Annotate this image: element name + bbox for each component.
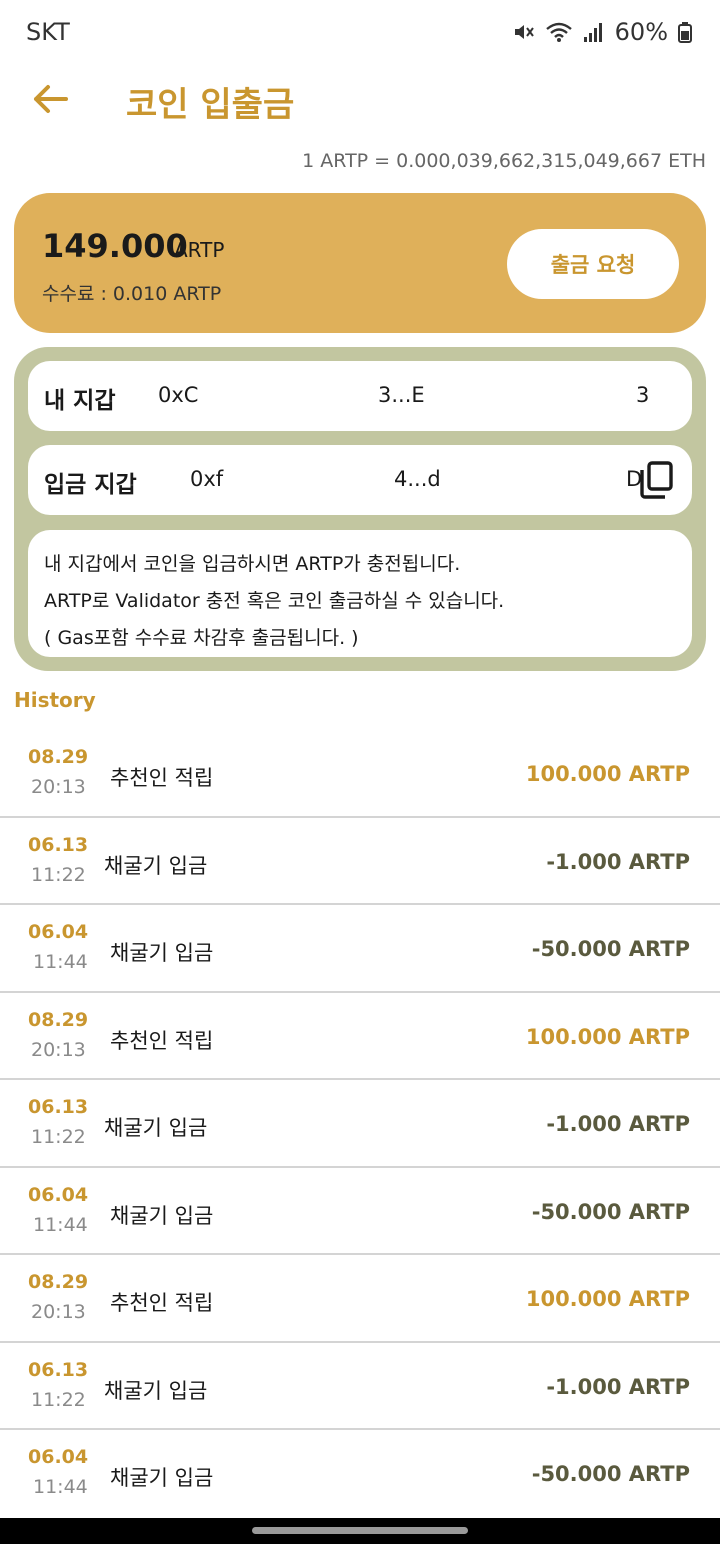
history-amount: -1.000 ARTP bbox=[546, 849, 690, 874]
history-description: 채굴기 입금 bbox=[104, 1378, 208, 1403]
balance-amount: 149.000 bbox=[42, 227, 188, 265]
history-time: 20:13 bbox=[31, 776, 86, 798]
carrier-label: SKT bbox=[26, 18, 70, 46]
deposit-wallet-address-middle: 4...d bbox=[394, 467, 441, 491]
history-amount: -50.000 ARTP bbox=[531, 937, 690, 961]
deposit-wallet-address-start: 0xf bbox=[190, 467, 224, 491]
history-row[interactable]: 06.13 11:22 채굴기 입금 -1.000 ARTP bbox=[0, 818, 720, 905]
history-amount: -1.000 ARTP bbox=[546, 1374, 690, 1399]
system-navigation-bar bbox=[0, 1518, 720, 1544]
history-row[interactable]: 08.29 20:13 추천인 적립 100.000 ARTP bbox=[0, 1255, 720, 1343]
deposit-wallet-label: 입금 지갑 bbox=[44, 472, 137, 498]
history-date: 08.29 bbox=[28, 1008, 89, 1031]
deposit-wallet-row: 입금 지갑 0xf 4...d D bbox=[28, 445, 692, 515]
history-heading: History bbox=[14, 688, 96, 712]
history-time: 11:44 bbox=[33, 951, 88, 973]
back-arrow-icon[interactable] bbox=[32, 84, 68, 114]
history-description: 추천인 적립 bbox=[110, 1291, 214, 1315]
my-wallet-label: 내 지갑 bbox=[44, 388, 116, 414]
exchange-rate: 1 ARTP = 0.000,039,662,315,049,667 ETH bbox=[302, 150, 706, 172]
mute-icon bbox=[514, 25, 534, 39]
history-date: 06.13 bbox=[28, 833, 89, 856]
history-row[interactable]: 06.04 11:44 채굴기 입금 -50.000 ARTP bbox=[0, 1168, 720, 1255]
history-time: 11:22 bbox=[31, 1388, 86, 1411]
history-row[interactable]: 08.29 20:13 추천인 적립 100.000 ARTP bbox=[0, 730, 720, 818]
history-row[interactable]: 06.13 11:22 채굴기 입금 -1.000 ARTP bbox=[0, 1343, 720, 1430]
my-wallet-address-end: 3 bbox=[636, 383, 650, 407]
my-wallet-address-middle: 3...E bbox=[378, 383, 425, 407]
notice-line: ARTP로 Validator 충전 혹은 코인 출금하실 수 있습니다. bbox=[44, 590, 505, 612]
history-date: 06.04 bbox=[28, 1446, 89, 1468]
battery-icon bbox=[678, 22, 692, 43]
history-date: 08.29 bbox=[28, 1271, 89, 1293]
history-list: 08.29 20:13 추천인 적립 100.000 ARTP 06.13 11… bbox=[0, 730, 720, 1518]
history-row[interactable]: 06.04 11:44 채굴기 입금 -50.000 ARTP bbox=[0, 905, 720, 993]
history-time: 11:22 bbox=[31, 1126, 86, 1148]
signal-icon bbox=[583, 23, 602, 42]
history-description: 채굴기 입금 bbox=[110, 1203, 214, 1228]
home-gesture-handle[interactable] bbox=[252, 1527, 468, 1534]
copy-icon[interactable] bbox=[638, 461, 674, 499]
balance-card: 149.000 ARTP 수수료 : 0.010 ARTP 출금 요청 bbox=[14, 193, 706, 333]
history-time: 11:22 bbox=[31, 863, 86, 886]
history-time: 20:13 bbox=[31, 1038, 86, 1061]
status-bar: SKT 60% bbox=[0, 0, 720, 64]
wallet-panel: 내 지갑 0xC 3...E 3 입금 지갑 0xf 4...d D 내 지갑에… bbox=[14, 347, 706, 671]
history-description: 추천인 적립 bbox=[110, 766, 214, 790]
balance-unit: ARTP bbox=[174, 238, 225, 262]
history-description: 채굴기 입금 bbox=[104, 1116, 208, 1140]
withdraw-request-button[interactable]: 출금 요청 bbox=[507, 229, 679, 299]
history-row[interactable]: 06.13 11:22 채굴기 입금 -1.000 ARTP bbox=[0, 1080, 720, 1168]
history-amount: 100.000 ARTP bbox=[525, 1287, 690, 1311]
history-description: 추천인 적립 bbox=[110, 1028, 214, 1053]
wifi-icon bbox=[545, 22, 572, 42]
history-description: 채굴기 입금 bbox=[104, 853, 208, 878]
my-wallet-row: 내 지갑 0xC 3...E 3 bbox=[28, 361, 692, 431]
app-header: 코인 입출금 bbox=[0, 64, 720, 134]
notice-line: ( Gas포함 수수료 차감후 출금됩니다. ) bbox=[44, 627, 359, 649]
history-date: 06.13 bbox=[28, 1358, 89, 1381]
history-amount: 100.000 ARTP bbox=[525, 762, 690, 786]
deposit-notice: 내 지갑에서 코인을 입금하시면 ARTP가 충전됩니다. ARTP로 Vali… bbox=[28, 530, 692, 657]
history-amount: -50.000 ARTP bbox=[531, 1199, 690, 1224]
history-amount: -50.000 ARTP bbox=[531, 1462, 690, 1486]
history-amount: 100.000 ARTP bbox=[525, 1024, 690, 1049]
history-description: 채굴기 입금 bbox=[110, 1466, 214, 1490]
history-amount: -1.000 ARTP bbox=[546, 1112, 690, 1136]
history-time: 11:44 bbox=[33, 1213, 88, 1236]
history-date: 08.29 bbox=[28, 746, 89, 768]
page-title: 코인 입출금 bbox=[126, 85, 295, 125]
history-time: 11:44 bbox=[33, 1476, 88, 1498]
history-row[interactable]: 06.04 11:44 채굴기 입금 -50.000 ARTP bbox=[0, 1430, 720, 1518]
history-row[interactable]: 08.29 20:13 추천인 적립 100.000 ARTP bbox=[0, 993, 720, 1080]
history-description: 채굴기 입금 bbox=[110, 941, 214, 965]
history-date: 06.04 bbox=[28, 921, 89, 943]
status-icons: 60% bbox=[513, 18, 692, 46]
history-date: 06.04 bbox=[28, 1183, 89, 1206]
history-date: 06.13 bbox=[28, 1096, 89, 1118]
notice-line: 내 지갑에서 코인을 입금하시면 ARTP가 충전됩니다. bbox=[44, 553, 461, 575]
battery-percent: 60% bbox=[614, 18, 668, 46]
my-wallet-address-start: 0xC bbox=[158, 383, 199, 407]
history-time: 20:13 bbox=[31, 1301, 86, 1323]
fee-text: 수수료 : 0.010 ARTP bbox=[42, 283, 222, 305]
